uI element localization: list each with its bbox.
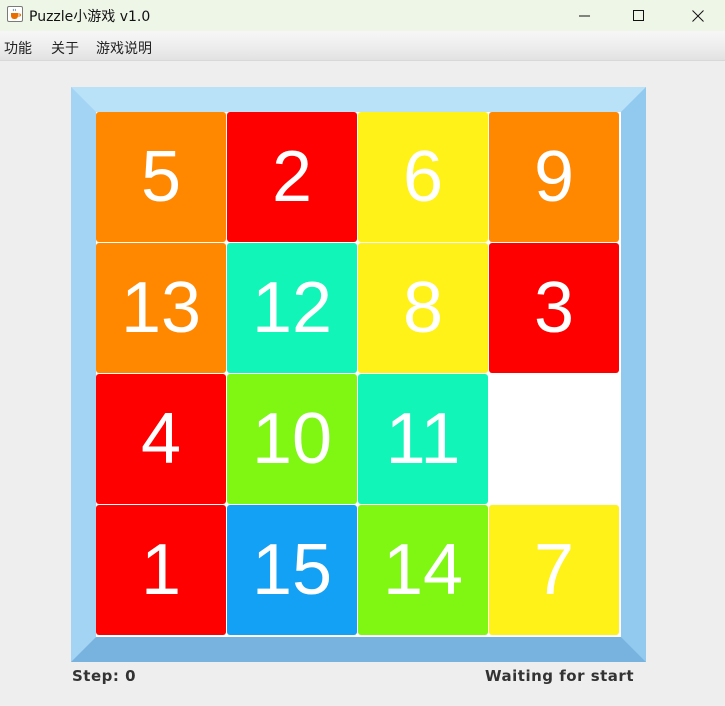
step-counter: Step: 0: [72, 667, 137, 685]
menu-function[interactable]: 功能: [4, 38, 32, 58]
minimize-icon: [579, 15, 590, 16]
close-icon: [692, 9, 704, 22]
puzzle-tile[interactable]: 13: [96, 243, 226, 373]
tile-grid: 5 2 6 9 13 12 8 3 4 10 11 1 15 14 7: [96, 112, 621, 637]
puzzle-tile[interactable]: 12: [227, 243, 357, 373]
board-bevel-right: [621, 87, 646, 662]
puzzle-tile[interactable]: 9: [489, 112, 619, 242]
menu-bar: 功能 关于 游戏说明: [0, 31, 725, 61]
game-state-label: Waiting for start: [485, 667, 634, 685]
minimize-button[interactable]: [562, 0, 608, 31]
puzzle-tile[interactable]: 2: [227, 112, 357, 242]
maximize-button[interactable]: [616, 0, 662, 31]
board-bevel-top: [71, 87, 646, 112]
puzzle-tile[interactable]: 14: [358, 505, 488, 635]
empty-cell: [489, 374, 619, 504]
puzzle-tile[interactable]: 1: [96, 505, 226, 635]
puzzle-tile[interactable]: 7: [489, 505, 619, 635]
puzzle-tile[interactable]: 3: [489, 243, 619, 373]
puzzle-tile[interactable]: 11: [358, 374, 488, 504]
puzzle-board: 5 2 6 9 13 12 8 3 4 10 11 1 15 14 7: [71, 87, 646, 662]
menu-game-instructions[interactable]: 游戏说明: [96, 38, 152, 58]
puzzle-tile[interactable]: 15: [227, 505, 357, 635]
window-title: Puzzle小游戏 v1.0: [29, 9, 151, 25]
puzzle-tile[interactable]: 4: [96, 374, 226, 504]
puzzle-tile[interactable]: 8: [358, 243, 488, 373]
puzzle-tile[interactable]: 10: [227, 374, 357, 504]
java-cup-icon: [7, 6, 23, 22]
puzzle-tile[interactable]: 6: [358, 112, 488, 242]
title-bar[interactable]: Puzzle小游戏 v1.0: [0, 0, 725, 31]
menu-about[interactable]: 关于: [51, 38, 79, 58]
puzzle-tile[interactable]: 5: [96, 112, 226, 242]
close-button[interactable]: [675, 0, 721, 31]
maximize-icon: [633, 9, 644, 21]
board-bevel-left: [71, 87, 96, 662]
board-bevel-bottom: [71, 637, 646, 662]
